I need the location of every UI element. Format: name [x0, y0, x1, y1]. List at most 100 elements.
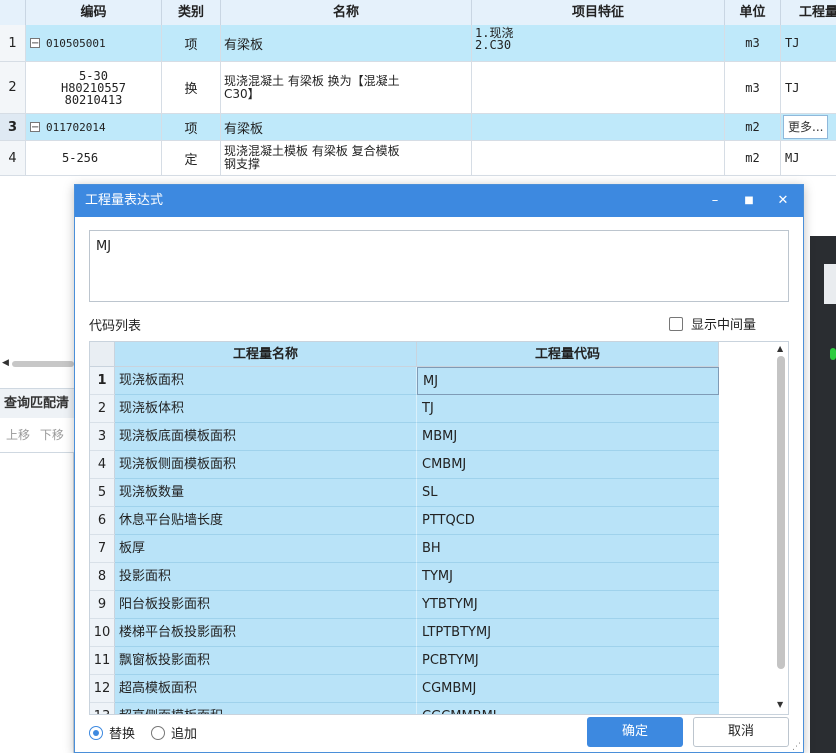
table-row[interactable]: 4 现浇板侧面模板面积 CMBMJ [90, 451, 719, 479]
grid-row[interactable]: 2 5-30 H80210557 80210413 换 现浇混凝土 有梁板 换为… [0, 62, 836, 114]
scrollbar-thumb[interactable] [12, 361, 74, 367]
table-row[interactable]: 10 楼梯平台板投影面积 LTPTBTYMJ [90, 619, 719, 647]
quantity-code[interactable]: LTPTBTYMJ [417, 619, 719, 647]
quantity-code[interactable]: BH [417, 535, 719, 563]
row-code[interactable]: 5-256 [26, 141, 162, 175]
row-qty[interactable]: 更多... [781, 114, 836, 140]
table-row[interactable]: 1 现浇板面积 MJ [90, 367, 719, 395]
collapse-icon[interactable]: − [30, 38, 40, 49]
grid-header-code[interactable]: 编码 [26, 0, 162, 25]
row-type[interactable]: 项 [162, 25, 221, 61]
row-feature[interactable] [472, 141, 725, 175]
quantity-code[interactable]: TYMJ [417, 563, 719, 591]
show-intermediate-checkbox[interactable] [669, 316, 683, 331]
row-name[interactable]: 有梁板 [221, 25, 472, 61]
quantity-name[interactable]: 休息平台贴墙长度 [115, 507, 417, 535]
row-name[interactable]: 有梁板 [221, 114, 472, 140]
quantity-name[interactable]: 现浇板面积 [115, 367, 417, 395]
row-qty[interactable]: TJ [781, 62, 836, 113]
move-up-button[interactable]: 上移 [6, 428, 30, 442]
table-row[interactable]: 9 阳台板投影面积 YTBTYMJ [90, 591, 719, 619]
table-row[interactable]: 5 现浇板数量 SL [90, 479, 719, 507]
scroll-down-icon[interactable]: ▼ [777, 700, 783, 709]
ok-button[interactable]: 确定 [587, 717, 683, 747]
grid-row[interactable]: 3 − 011702014 项 有梁板 m2 更多... [0, 114, 836, 141]
quantity-code[interactable]: PTTQCD [417, 507, 719, 535]
quantity-name[interactable]: 现浇板体积 [115, 395, 417, 423]
row-qty[interactable]: MJ [781, 141, 836, 175]
row-feature[interactable]: 1.现浇 2.C30 [472, 25, 725, 61]
row-unit[interactable]: m2 [725, 114, 781, 140]
vertical-scrollbar[interactable]: ▲ ▼ [773, 342, 788, 714]
grid-row[interactable]: 4 5-256 定 现浇混凝土模板 有梁板 复合模板 钢支撑 m2 MJ [0, 141, 836, 176]
row-type[interactable]: 换 [162, 62, 221, 113]
row-type[interactable]: 项 [162, 114, 221, 140]
quantity-code[interactable]: CMBMJ [417, 451, 719, 479]
quantity-name[interactable]: 超高侧面模板面积 [115, 703, 417, 714]
table-row[interactable]: 6 休息平台贴墙长度 PTTQCD [90, 507, 719, 535]
more-button[interactable]: 更多... [783, 115, 829, 139]
move-down-button[interactable]: 下移 [40, 428, 64, 442]
quantity-code[interactable]: TJ [417, 395, 719, 423]
maximize-icon[interactable]: ■ [737, 185, 761, 217]
table-row[interactable]: 8 投影面积 TYMJ [90, 563, 719, 591]
quantity-code[interactable]: SL [417, 479, 719, 507]
quantity-name[interactable]: 超高模板面积 [115, 675, 417, 703]
quantity-code[interactable]: YTBTYMJ [417, 591, 719, 619]
row-feature[interactable] [472, 62, 725, 113]
row-feature[interactable] [472, 114, 725, 140]
grid-header-feature[interactable]: 项目特征 [472, 0, 725, 25]
quantity-name[interactable]: 楼梯平台板投影面积 [115, 619, 417, 647]
grid-header-qty[interactable]: 工程量 [781, 0, 836, 25]
quantity-code[interactable]: MJ [417, 367, 719, 395]
grid-row[interactable]: 1 − 010505001 项 有梁板 1.现浇 2.C30 m3 TJ [0, 25, 836, 62]
quantity-code[interactable]: PCBTYMJ [417, 647, 719, 675]
cancel-button[interactable]: 取消 [693, 717, 789, 747]
scroll-up-icon[interactable]: ▲ [777, 344, 783, 353]
expression-input[interactable]: MJ [89, 230, 789, 302]
quantity-name[interactable]: 阳台板投影面积 [115, 591, 417, 619]
scroll-left-icon[interactable]: ◀ [2, 358, 9, 368]
quantity-name[interactable]: 飘窗板投影面积 [115, 647, 417, 675]
quantity-name[interactable]: 板厚 [115, 535, 417, 563]
show-intermediate-toggle[interactable]: 显示中间量 [669, 314, 756, 333]
row-unit[interactable]: m3 [725, 25, 781, 61]
row-code[interactable]: − 010505001 [26, 25, 162, 61]
row-name[interactable]: 现浇混凝土 有梁板 换为【混凝土 C30】 [221, 62, 472, 113]
column-header-name[interactable]: 工程量名称 [115, 342, 417, 367]
row-qty[interactable]: TJ [781, 25, 836, 61]
table-row[interactable]: 3 现浇板底面模板面积 MBMJ [90, 423, 719, 451]
quantity-code[interactable]: CGMBMJ [417, 675, 719, 703]
row-code[interactable]: 5-30 H80210557 80210413 [26, 62, 162, 113]
horizontal-scrollbar[interactable]: ◀ [0, 358, 74, 370]
replace-label[interactable]: 替换 [109, 723, 135, 742]
row-unit[interactable]: m3 [725, 62, 781, 113]
append-radio[interactable] [151, 725, 166, 740]
row-type[interactable]: 定 [162, 141, 221, 175]
minimize-icon[interactable]: – [703, 185, 727, 217]
scrollbar-thumb[interactable] [777, 356, 785, 669]
quantity-name[interactable]: 投影面积 [115, 563, 417, 591]
row-name[interactable]: 现浇混凝土模板 有梁板 复合模板 钢支撑 [221, 141, 472, 175]
dialog-title-bar[interactable]: 工程量表达式 – ■ ✕ [75, 185, 803, 217]
replace-radio[interactable] [89, 725, 103, 740]
resize-grip-icon[interactable]: ⋰ [792, 742, 801, 752]
grid-header-name[interactable]: 名称 [221, 0, 472, 25]
tab-query-match[interactable]: 查询匹配清 [0, 388, 74, 418]
row-unit[interactable]: m2 [725, 141, 781, 175]
row-code[interactable]: − 011702014 [26, 114, 162, 140]
column-header-code[interactable]: 工程量代码 [417, 342, 719, 367]
close-icon[interactable]: ✕ [771, 185, 795, 217]
quantity-name[interactable]: 现浇板数量 [115, 479, 417, 507]
append-label[interactable]: 追加 [171, 723, 197, 742]
table-row[interactable]: 13 超高侧面模板面积 CGCMMBMJ [90, 703, 719, 714]
collapse-icon[interactable]: − [30, 122, 40, 133]
grid-header-unit[interactable]: 单位 [725, 0, 781, 25]
table-row[interactable]: 2 现浇板体积 TJ [90, 395, 719, 423]
grid-header-type[interactable]: 类别 [162, 0, 221, 25]
table-row[interactable]: 7 板厚 BH [90, 535, 719, 563]
table-row[interactable]: 12 超高模板面积 CGMBMJ [90, 675, 719, 703]
quantity-name[interactable]: 现浇板底面模板面积 [115, 423, 417, 451]
quantity-code[interactable]: MBMJ [417, 423, 719, 451]
table-row[interactable]: 11 飘窗板投影面积 PCBTYMJ [90, 647, 719, 675]
